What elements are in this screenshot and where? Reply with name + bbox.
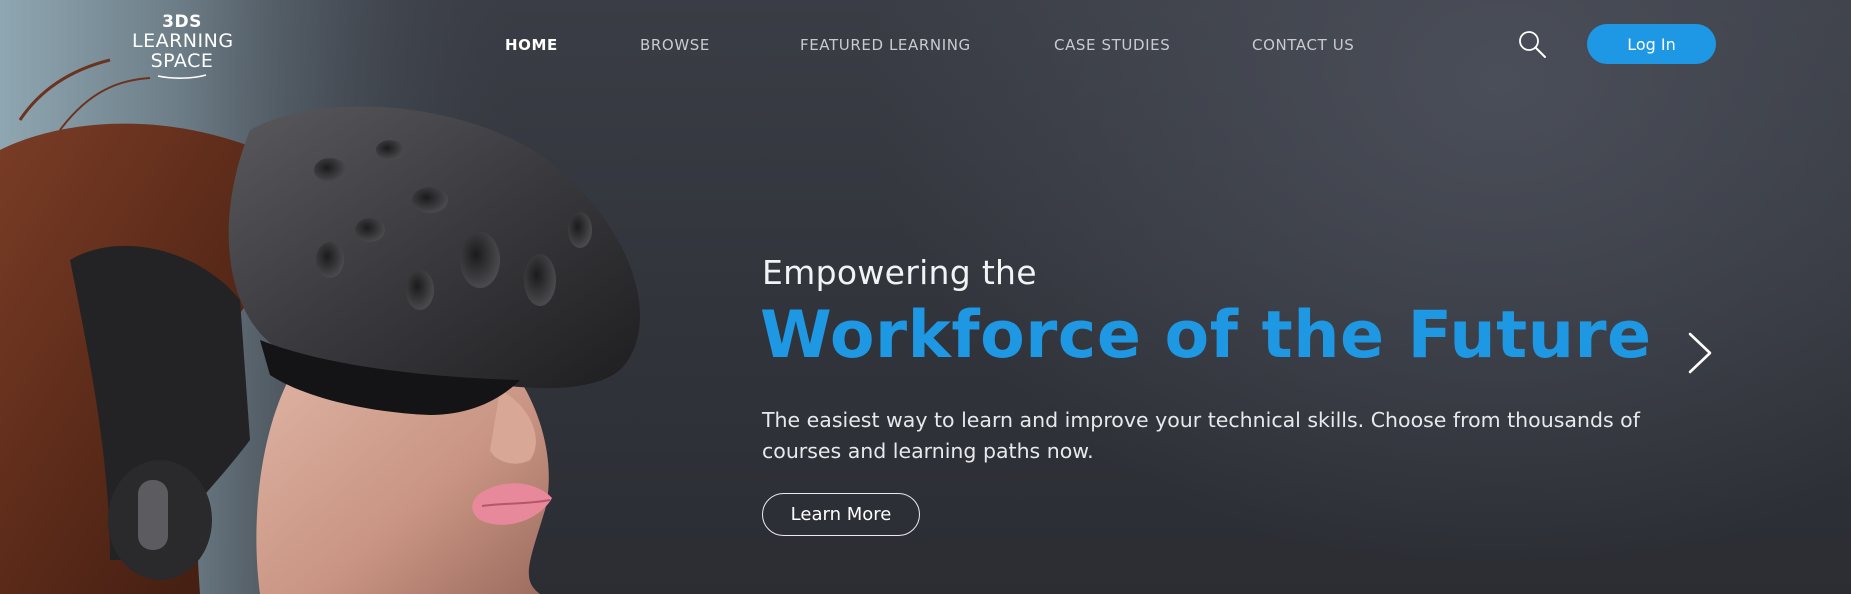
vr-headset-person-image [0, 0, 640, 594]
nav-case-studies[interactable]: CASE STUDIES [1054, 36, 1170, 54]
chevron-right-icon[interactable] [1682, 330, 1716, 376]
nav-browse[interactable]: BROWSE [640, 36, 710, 54]
search-icon[interactable] [1516, 28, 1548, 60]
logo-line-2: LEARNING [132, 30, 234, 52]
brand-logo[interactable]: 3DS LEARNING SPACE [132, 12, 234, 79]
hero-subtext: The easiest way to learn and improve you… [762, 408, 1640, 463]
hero-eyebrow: Empowering the [762, 253, 1037, 292]
nav-contact-us[interactable]: CONTACT US [1252, 36, 1354, 54]
hero-headline: Workforce of the Future [760, 298, 1652, 373]
hero-banner: 3DS LEARNING SPACE HOME BROWSE FEATURED … [0, 0, 1851, 594]
nav-featured-learning[interactable]: FEATURED LEARNING [800, 36, 971, 54]
learn-more-button[interactable]: Learn More [762, 493, 920, 536]
logo-line-3: SPACE [150, 50, 214, 72]
nav-home[interactable]: HOME [505, 36, 558, 54]
log-in-button[interactable]: Log In [1587, 24, 1716, 64]
logo-line-1: 3DS [162, 12, 202, 32]
logo-swoosh-icon [157, 74, 207, 79]
